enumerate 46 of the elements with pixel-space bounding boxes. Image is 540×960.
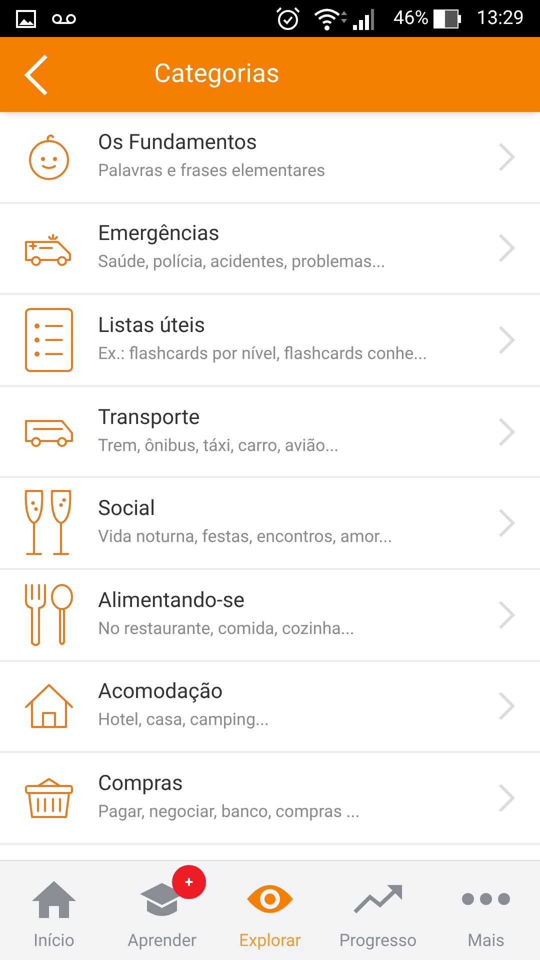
- category-title: Acomodação: [98, 679, 224, 706]
- category-title: Listas úteis: [98, 312, 206, 340]
- house-icon: [24, 683, 74, 730]
- list-icon: [24, 306, 74, 373]
- category-title: Compras: [98, 770, 184, 798]
- battery-icon: [432, 8, 461, 28]
- category-subtitle: Palavras e frases elementares: [98, 160, 326, 183]
- category-title: Transporte: [98, 404, 201, 432]
- chevron-icon: [498, 324, 516, 355]
- nav-tab[interactable]: + Aprender: [108, 861, 216, 960]
- category-title: Alimentando-se: [98, 588, 246, 615]
- category-title: Emergências: [98, 221, 220, 248]
- wifi-icon: [313, 6, 348, 30]
- category-subtitle: Pagar, negociar, banco, compras ...: [98, 800, 361, 824]
- chevron-icon: [498, 142, 516, 172]
- fork-and-spoon-icon: [24, 582, 74, 647]
- category-subtitle: Hotel, casa, camping...: [98, 709, 270, 732]
- champagne-glasses-icon: [24, 489, 74, 558]
- eye-icon: [246, 882, 294, 916]
- back-icon: [23, 54, 49, 96]
- image-icon: [16, 10, 36, 28]
- category-subtitle: Saúde, polícia, acidentes, problemas...: [98, 251, 386, 274]
- more-icon: [462, 892, 510, 906]
- notification-badge: +: [172, 865, 206, 899]
- category-row[interactable]: Emergências Saúde, polícia, acidentes, problemas...: [0, 204, 540, 296]
- clock: 13:29: [476, 5, 524, 32]
- trend-chart-icon: [353, 883, 403, 915]
- chevron-icon: [498, 691, 516, 722]
- category-title: Social: [98, 496, 156, 524]
- chevron-icon: [498, 508, 516, 538]
- basket-icon: [24, 776, 74, 819]
- chevron-icon: [498, 233, 516, 264]
- alarm-icon: [275, 6, 302, 32]
- page-title: Categorias: [154, 58, 280, 91]
- home-icon: [31, 879, 77, 919]
- category-title: Os Fundamentos: [98, 130, 258, 157]
- chevron-icon: [498, 782, 516, 813]
- chevron-icon: [498, 416, 516, 447]
- chevron-icon: [498, 600, 516, 630]
- voicemail-icon: [52, 12, 76, 24]
- battery-percent: 46%: [393, 5, 429, 32]
- category-row[interactable]: Acomodação Hotel, casa, camping...: [0, 662, 540, 754]
- category-subtitle: Trem, ônibus, táxi, carro, avião...: [98, 434, 340, 458]
- category-subtitle: Ex.: flashcards por nível, flashcards conhe...: [98, 342, 428, 366]
- category-subtitle: Vida noturna, festas, encontros, amor...: [98, 526, 394, 550]
- category-subtitle: No restaurante, comida, cozinha...: [98, 618, 356, 641]
